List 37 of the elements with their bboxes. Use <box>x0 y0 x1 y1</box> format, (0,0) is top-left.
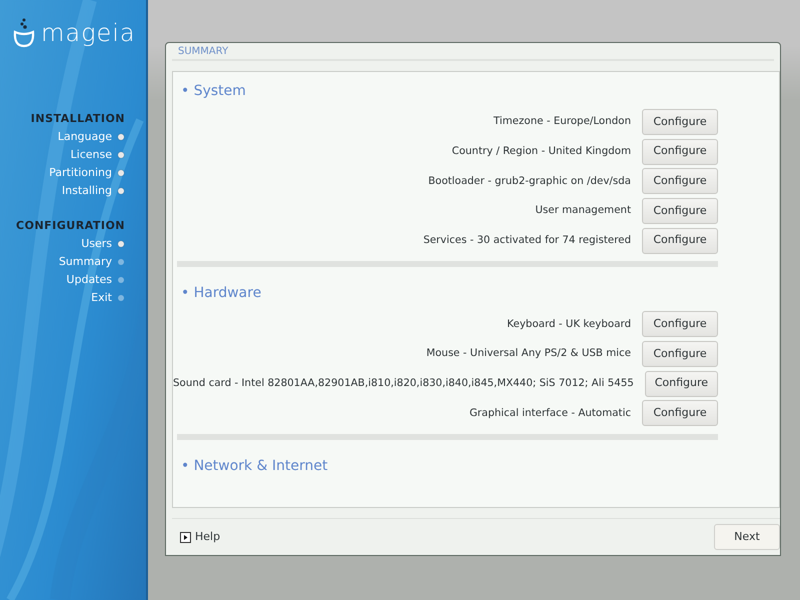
configure-button[interactable]: Configure <box>644 370 718 397</box>
step-label: Summary <box>58 254 112 270</box>
section-heading: • Network & Internet <box>180 457 329 476</box>
configure-button[interactable]: Configure <box>642 400 718 426</box>
configure-button[interactable]: Configure <box>642 340 718 367</box>
logo-text: mageia <box>41 21 136 45</box>
section-heading: • Hardware <box>180 284 262 304</box>
setting-label: Keyboard - UK keyboard <box>507 316 631 332</box>
step-label: Partitioning <box>49 164 112 181</box>
setting-label: Services - 30 activated for 74 registered <box>423 232 631 248</box>
help-button[interactable]: Help <box>180 528 220 546</box>
setting-label: Graphical interface - Automatic <box>469 406 631 421</box>
step-label: Updates <box>66 272 112 288</box>
configure-button[interactable]: Configure <box>642 311 718 338</box>
configure-button[interactable]: Configure <box>642 168 718 194</box>
step-label: Users <box>81 236 112 252</box>
step-label: Language <box>58 128 112 145</box>
configure-button[interactable]: Configure <box>642 228 718 254</box>
configure-button[interactable]: Configure <box>642 108 718 135</box>
step-label: License <box>70 146 112 163</box>
setting-label: Bootloader - grub2-graphic on /dev/sda <box>428 174 631 188</box>
next-button[interactable]: Next <box>714 524 780 550</box>
setting-label: Country / Region - United Kingdom <box>452 144 631 159</box>
setting-label: Sound card - Intel 82801AA,82901AB,i810,i820,i830,i840,i845,MX440; SiS 7012; Ali 5455 <box>173 376 634 391</box>
expander-icon <box>180 532 191 542</box>
setting-label: User management <box>535 203 631 218</box>
configure-button[interactable]: Configure <box>642 198 718 224</box>
step-label: Installing <box>62 182 112 199</box>
logo-icon <box>13 18 35 48</box>
setting-label: Timezone - Europe/London <box>494 114 631 130</box>
sidebar-heading: INSTALLATION <box>30 111 126 127</box>
configure-button[interactable]: Configure <box>642 138 718 165</box>
setting-label: Mouse - Universal Any PS/2 & USB mice <box>426 346 631 362</box>
sidebar-heading: CONFIGURATION <box>15 218 126 234</box>
section-heading: • System <box>180 82 247 101</box>
step-label: Exit <box>91 290 112 306</box>
dialog-title: SUMMARY <box>172 43 774 61</box>
